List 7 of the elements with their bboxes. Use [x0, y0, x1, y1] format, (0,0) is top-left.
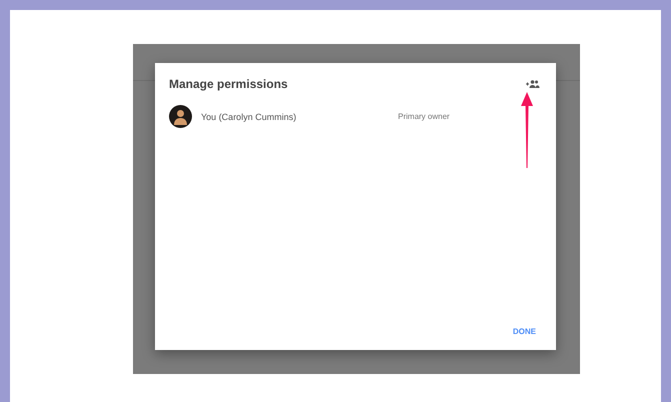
member-role: Primary owner	[398, 112, 450, 121]
member-name: You (Carolyn Cummins)	[201, 112, 298, 122]
avatar-icon	[169, 105, 192, 128]
dialog-title: Manage permissions	[169, 77, 288, 91]
done-button[interactable]: DONE	[506, 325, 542, 338]
add-people-button[interactable]	[526, 79, 540, 89]
add-people-icon	[526, 79, 540, 89]
